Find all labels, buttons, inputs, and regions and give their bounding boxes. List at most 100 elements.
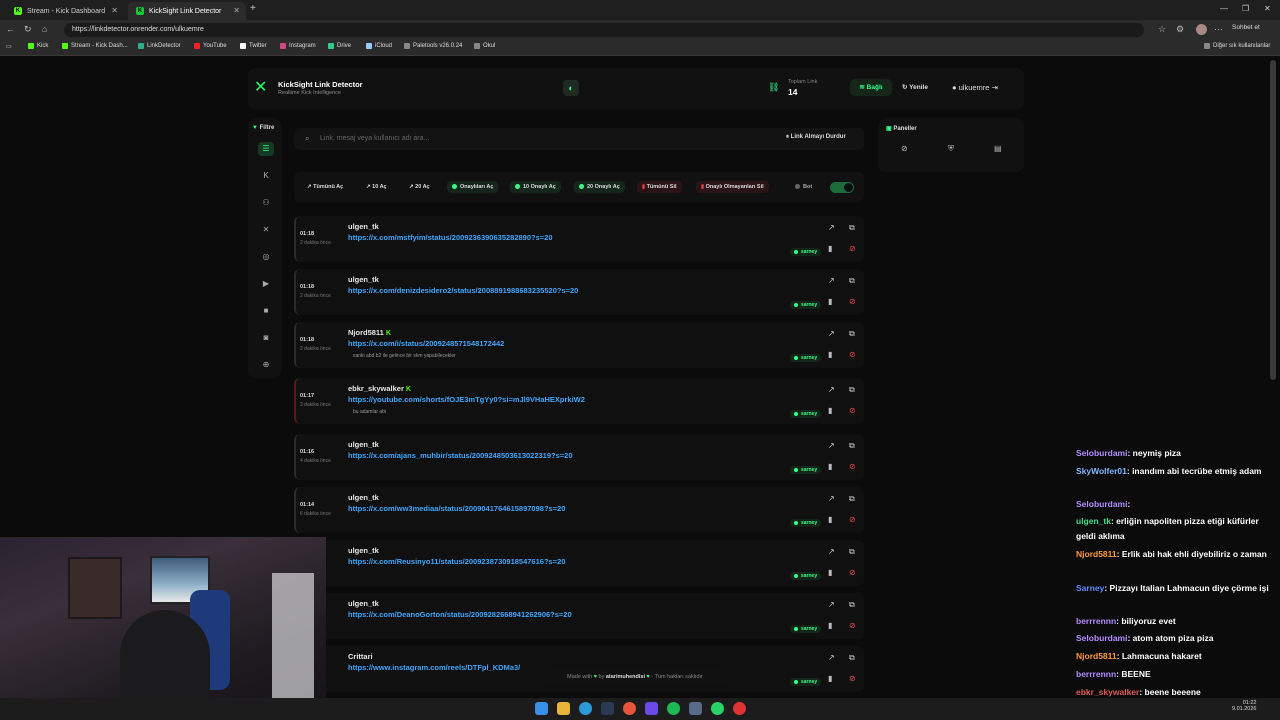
filter-youtube-icon[interactable]: ▶ [258, 277, 274, 291]
open-all-button[interactable]: ↗ Tümünü Aç [302, 181, 348, 193]
ban-icon[interactable]: ⊘ [849, 406, 856, 415]
tab-stream-dashboard[interactable]: K Stream - Kick Dashboard ✕ [6, 2, 124, 20]
open-20-button[interactable]: ↗ 20 Aç [404, 181, 435, 193]
delete-all-button[interactable]: ▮ Tümünü Sil [637, 181, 682, 193]
open-link-icon[interactable]: ↗ [828, 441, 835, 450]
explorer-icon[interactable] [557, 702, 570, 715]
user-menu[interactable]: ● ulkuemre ⇥ [952, 79, 998, 96]
open-link-icon[interactable]: ↗ [828, 329, 835, 338]
filter-all-icon[interactable]: ☰ [258, 142, 274, 156]
trash-icon[interactable]: ▮ [828, 674, 832, 683]
copy-icon[interactable]: ⧉ [849, 223, 855, 233]
trash-icon[interactable]: ▮ [828, 462, 832, 471]
copy-icon[interactable]: ⧉ [849, 441, 855, 451]
row-link[interactable]: https://x.com/ajans_muhbir/status/200924… [348, 451, 573, 460]
row-link[interactable]: https://x.com/ww3mediaa/status/200904176… [348, 504, 565, 513]
start-icon[interactable] [535, 702, 548, 715]
menu-icon[interactable]: ⋯ [1214, 24, 1223, 35]
star-icon[interactable]: ☆ [1158, 24, 1166, 35]
row-link[interactable]: https://youtube.com/shorts/fOJE3mTgYy0?s… [348, 395, 585, 404]
extensions-icon[interactable]: ⚙ [1176, 24, 1184, 35]
maximize-icon[interactable]: ❐ [1242, 4, 1249, 13]
trash-icon[interactable]: ▮ [828, 244, 832, 253]
copy-icon[interactable]: ⧉ [849, 276, 855, 286]
ban-icon[interactable]: ⊘ [849, 350, 856, 359]
ban-icon[interactable]: ⊘ [849, 674, 856, 683]
open-approved-button[interactable]: Onaylıları Aç [447, 181, 499, 193]
minimize-icon[interactable]: — [1220, 4, 1228, 13]
theme-icon[interactable]: ◐ [563, 80, 579, 96]
ban-icon[interactable]: ⊘ [849, 244, 856, 253]
filter-camera-icon[interactable]: ◙ [258, 331, 274, 345]
row-username[interactable]: ulgen_tk [348, 599, 379, 608]
ban-icon[interactable]: ⊘ [849, 568, 856, 577]
shield-panel-icon[interactable]: ⛨ [948, 144, 954, 154]
home-icon[interactable]: ⌂ [42, 24, 47, 34]
close-icon[interactable]: ✕ [233, 6, 240, 15]
copy-icon[interactable]: ⧉ [849, 653, 855, 663]
bookmark-kick[interactable]: Kick [28, 43, 48, 49]
bookmark-linkdetector[interactable]: LinkDetector [138, 43, 181, 49]
ban-icon[interactable]: ⊘ [849, 621, 856, 630]
open-link-icon[interactable]: ↗ [828, 385, 835, 394]
page-scrollbar[interactable] [1270, 60, 1276, 380]
ban-panel-icon[interactable]: ⊘ [901, 144, 908, 153]
copy-icon[interactable]: ⧉ [849, 494, 855, 504]
filter-video-icon[interactable]: ■ [258, 304, 274, 318]
trash-icon[interactable]: ▮ [828, 568, 832, 577]
trash-panel-icon[interactable]: ▤ [994, 144, 1002, 153]
row-link[interactable]: https://www.instagram.com/reels/DTFpl_KD… [348, 663, 520, 672]
steam-icon[interactable] [601, 702, 614, 715]
row-username[interactable]: ulgen_tk [348, 222, 379, 231]
url-input[interactable]: https://linkdetector.onrender.com/ulkuem… [64, 23, 1144, 37]
browser-icon[interactable] [623, 702, 636, 715]
row-username[interactable]: ulgen_tk [348, 275, 379, 284]
copy-icon[interactable]: ⧉ [849, 547, 855, 557]
bookmark-instagram[interactable]: Instagram [280, 43, 316, 49]
trash-icon[interactable]: ▮ [828, 621, 832, 630]
row-username[interactable]: Crittari [348, 652, 373, 661]
bookmark-okul[interactable]: Okul [474, 43, 495, 49]
close-icon[interactable]: ✕ [111, 6, 118, 15]
chat-button[interactable]: Sohbet et [1232, 24, 1260, 31]
edge-icon[interactable] [579, 702, 592, 715]
spotify-icon[interactable] [667, 702, 680, 715]
connected-button[interactable]: ≋ Bağlı [850, 79, 892, 96]
app-icon[interactable] [689, 702, 702, 715]
reload-icon[interactable]: ↻ [24, 24, 32, 35]
filter-x-icon[interactable]: ✕ [258, 223, 274, 237]
bookmark-stream[interactable]: Stream - Kick Dash... [62, 43, 128, 49]
tab-link-detector[interactable]: K KickSight Link Detector ✕ [128, 2, 246, 20]
bookmark-youtube[interactable]: YouTube [194, 43, 227, 49]
open-link-icon[interactable]: ↗ [828, 276, 835, 285]
row-username[interactable]: ulgen_tk [348, 440, 379, 449]
bookmark-other[interactable]: Diğer sık kullanılanlar [1204, 43, 1270, 49]
open-10-button[interactable]: ↗ 10 Aç [361, 181, 392, 193]
row-username[interactable]: ulgen_tk [348, 493, 379, 502]
copy-icon[interactable]: ⧉ [849, 385, 855, 395]
apps-icon[interactable]: ▭ [6, 43, 12, 50]
row-link[interactable]: https://x.com/i/status/20092485715481724… [348, 339, 504, 348]
trash-icon[interactable]: ▮ [828, 297, 832, 306]
back-icon[interactable]: ← [6, 24, 15, 34]
stop-links-button[interactable]: ⏸ Link Almayı Durdur [786, 134, 846, 141]
row-link[interactable]: https://x.com/denizdesidero2/status/2008… [348, 286, 578, 295]
row-link[interactable]: https://x.com/DeanoGorton/status/2009282… [348, 610, 572, 619]
row-username[interactable]: ebkr_skywalker K [348, 384, 411, 393]
row-link[interactable]: https://x.com/mstfyim/status/20092363906… [348, 233, 553, 242]
row-username[interactable]: Njord5811 K [348, 328, 391, 337]
trash-icon[interactable]: ▮ [828, 350, 832, 359]
whatsapp-icon[interactable] [711, 702, 724, 715]
copy-icon[interactable]: ⧉ [849, 329, 855, 339]
ban-icon[interactable]: ⊘ [849, 297, 856, 306]
search-input[interactable]: Link, mesaj veya kullanıcı adı ara... [320, 135, 429, 142]
bookmark-drive[interactable]: Drive [328, 43, 351, 49]
open-20-approved-button[interactable]: 20 Onaylı Aç [574, 181, 625, 193]
ban-icon[interactable]: ⊘ [849, 515, 856, 524]
bookmark-icloud[interactable]: iCloud [366, 43, 392, 49]
filter-users-icon[interactable]: ⚇ [258, 196, 274, 210]
delete-unapproved-button[interactable]: ▮ Onaylı Olmayanları Sil [696, 181, 769, 193]
logout-icon[interactable]: ⇥ [989, 83, 998, 92]
refresh-button[interactable]: ↻ Yenile [902, 79, 928, 96]
bot-toggle[interactable] [830, 182, 854, 193]
